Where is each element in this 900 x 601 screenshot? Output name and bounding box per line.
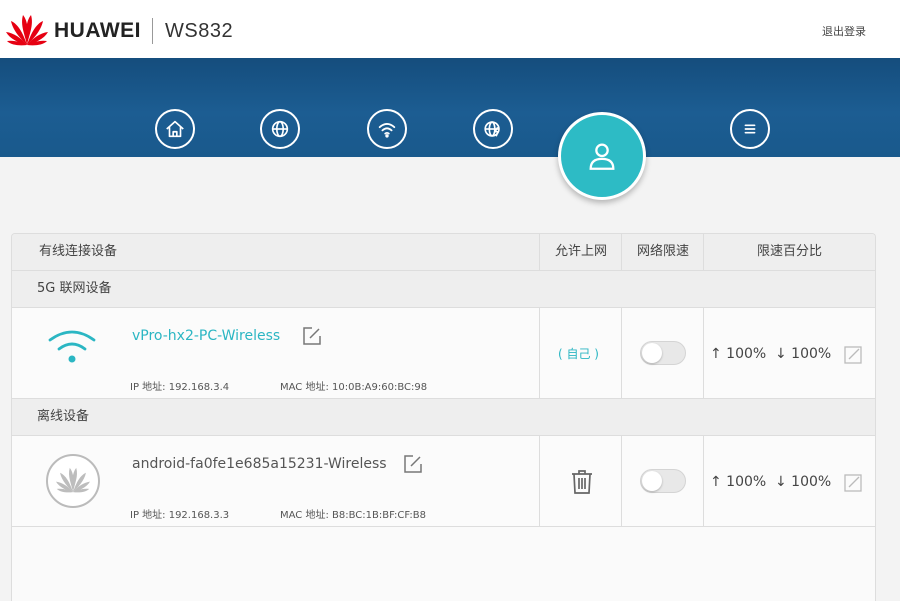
column-divider [703, 308, 704, 398]
table-row: android-fa0fe1e685a15231-Wireless IP 地址:… [12, 436, 875, 526]
home-icon [166, 120, 184, 138]
column-divider [703, 234, 704, 270]
nav-internet-button[interactable] [260, 109, 300, 149]
download-percent: ↓ 100% [775, 346, 832, 362]
device-avatar [46, 454, 100, 508]
user-icon [589, 143, 615, 170]
speed-limit-toggle[interactable] [640, 469, 686, 493]
download-percent: ↓ 100% [775, 474, 832, 490]
column-divider [621, 308, 622, 398]
column-header-allow: 允许上网 [554, 244, 607, 259]
trash-icon[interactable] [570, 469, 594, 495]
column-divider [621, 436, 622, 526]
header-divider [152, 18, 153, 44]
edit-icon[interactable] [403, 454, 423, 474]
nav-band: 终端管理 [0, 58, 900, 159]
section-header-offline: 离线设备 [12, 398, 875, 436]
router-model: WS832 [165, 20, 234, 42]
device-table: 有线连接设备 允许上网 网络限速 限速百分比 5G 联网设备 vPro-hx2-… [11, 233, 876, 601]
column-header-percent: 限速百分比 [756, 244, 822, 259]
section-title: 离线设备 [37, 409, 90, 424]
section-header-5g: 5G 联网设备 [12, 270, 875, 308]
table-row: vPro-hx2-PC-Wireless IP 地址: 192.168.3.4 … [12, 308, 875, 398]
edit-icon[interactable] [302, 326, 322, 346]
mac-address: MAC 地址: 10:0B:A9:60:BC:98 [280, 382, 428, 393]
column-divider [539, 234, 540, 270]
column-divider [621, 234, 622, 270]
logout-link[interactable]: 退出登录 [822, 23, 866, 39]
top-bar: HUAWEI WS832 退出登录 [0, 0, 900, 58]
table-header: 有线连接设备 允许上网 网络限速 限速百分比 [12, 234, 875, 271]
column-header-limit: 网络限速 [636, 244, 689, 259]
brand-name: HUAWEI [54, 19, 141, 42]
column-header-device: 有线连接设备 [39, 244, 118, 259]
menu-icon [744, 124, 756, 134]
globe-bolt-icon [484, 121, 500, 137]
edit-speed-icon[interactable] [843, 345, 863, 365]
section-title: 5G 联网设备 [37, 281, 112, 296]
ip-address: IP 地址: 192.168.3.3 [130, 510, 230, 521]
nav-wifi-button[interactable] [367, 109, 407, 149]
huawei-logo [6, 15, 48, 46]
wifi-icon [378, 123, 396, 138]
nav-device-management-button[interactable] [558, 112, 646, 200]
ip-address: IP 地址: 192.168.3.4 [130, 382, 230, 393]
row-divider [12, 526, 875, 527]
self-label: ( 自己 ) [558, 347, 599, 361]
column-divider [539, 436, 540, 526]
upload-percent: ↑ 100% [710, 346, 767, 362]
device-name: vPro-hx2-PC-Wireless [132, 328, 281, 344]
column-divider [703, 436, 704, 526]
nav-more-button[interactable] [730, 109, 770, 149]
wifi-icon [48, 330, 96, 363]
mac-address: MAC 地址: B8:BC:1B:BF:CF:B8 [280, 510, 426, 521]
huawei-logo-icon [56, 467, 90, 493]
column-divider [539, 308, 540, 398]
nav-network-settings-button[interactable] [473, 109, 513, 149]
edit-speed-icon[interactable] [843, 473, 863, 493]
globe-icon [271, 120, 289, 138]
nav-home-button[interactable] [155, 109, 195, 149]
device-name: android-fa0fe1e685a15231-Wireless [132, 456, 387, 472]
speed-limit-toggle[interactable] [640, 341, 686, 365]
upload-percent: ↑ 100% [710, 474, 767, 490]
